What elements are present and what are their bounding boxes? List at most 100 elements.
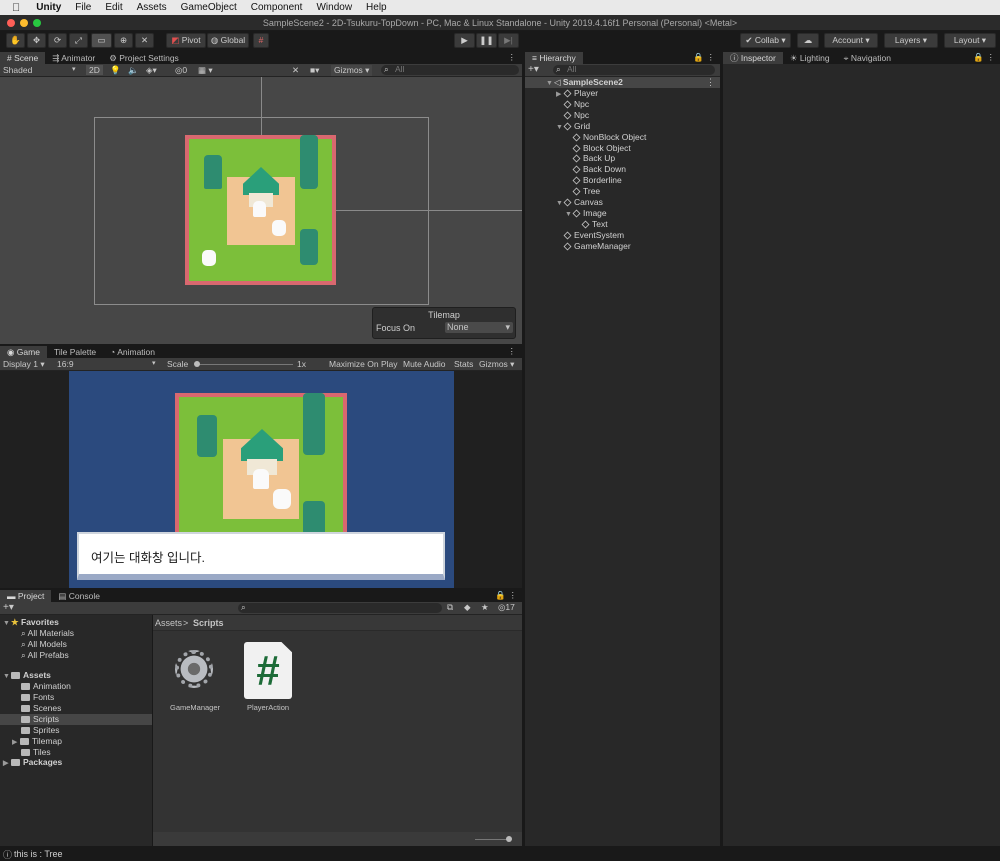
global-toggle[interactable]: ◍ Global	[207, 33, 249, 48]
hidden-objects-toggle[interactable]: ◎0	[175, 65, 187, 76]
hierarchy-lock-icon[interactable]: 🔒	[693, 52, 704, 63]
hierarchy-item[interactable]: GameManager	[556, 241, 631, 252]
hierarchy-item[interactable]: ▼ Image	[565, 208, 607, 219]
folder-animation[interactable]: Animation	[21, 681, 71, 692]
project-lock-icon[interactable]: 🔒	[495, 590, 506, 601]
search-by-type-icon[interactable]: ⧉	[447, 602, 453, 613]
hierarchy-item[interactable]: NonBlock Object	[565, 132, 646, 143]
scene-root-row[interactable]: ▼◁ SampleScene2 ⋮	[525, 77, 720, 88]
close-window-button[interactable]	[7, 19, 15, 27]
search-by-label-icon[interactable]: ◆	[464, 602, 471, 613]
lighting-toggle-icon[interactable]: 💡	[110, 65, 121, 76]
breadcrumb-assets[interactable]: Assets	[155, 618, 182, 628]
game-view[interactable]: 여기는 대화창 입니다.	[0, 371, 522, 588]
asset-gamemanager[interactable]: GameManager	[165, 645, 225, 715]
scale-tool-button[interactable]: ⤢	[69, 33, 88, 48]
scene-menu-icon[interactable]: ⋮	[706, 77, 715, 88]
menu-assets[interactable]: Assets	[137, 2, 167, 13]
move-tool-button[interactable]: ✥	[27, 33, 46, 48]
aspect-dropdown[interactable]: 16:9	[57, 359, 74, 369]
menu-help[interactable]: Help	[366, 2, 387, 13]
effects-dropdown-icon[interactable]: ◈▾	[146, 65, 157, 76]
layers-dropdown[interactable]: Layers ▾	[884, 33, 938, 48]
scene-view[interactable]: Tilemap Focus On None ▾	[0, 77, 522, 344]
cloud-button[interactable]: ☁	[797, 33, 819, 48]
folder-scenes[interactable]: Scenes	[21, 703, 61, 714]
icon-size-slider-thumb[interactable]	[506, 836, 512, 842]
hierarchy-menu-icon[interactable]: ⋮	[707, 52, 716, 63]
tools-visibility-icon[interactable]: ✕	[292, 65, 299, 76]
scene-gizmos-dropdown[interactable]: Gizmos ▾	[331, 65, 373, 76]
menu-file[interactable]: File	[75, 2, 91, 13]
folder-fonts[interactable]: Fonts	[21, 692, 54, 703]
pause-button[interactable]: ❚❚	[476, 33, 497, 48]
scene-search-input[interactable]: ⌕ All	[381, 64, 519, 75]
focus-on-dropdown[interactable]: None ▾	[445, 322, 513, 333]
rotate-tool-button[interactable]: ⟳	[48, 33, 67, 48]
hierarchy-item[interactable]: Borderline	[565, 175, 622, 186]
account-dropdown[interactable]: Account ▾	[824, 33, 878, 48]
fav-all-materials[interactable]: ⌕ All Materials	[21, 628, 74, 639]
rect-tool-button[interactable]: ▭	[91, 33, 112, 48]
display-dropdown[interactable]: Display 1 ▾	[3, 359, 45, 370]
hand-tool-button[interactable]: ✋	[6, 33, 25, 48]
scene-panel-menu-icon[interactable]: ⋮	[508, 52, 517, 63]
mute-audio-toggle[interactable]: Mute Audio	[403, 359, 446, 369]
collab-dropdown[interactable]: ✔ Collab ▾	[740, 33, 791, 48]
inspector-menu-icon[interactable]: ⋮	[987, 52, 996, 63]
hierarchy-item[interactable]: Npc	[556, 110, 589, 121]
fav-all-prefabs[interactable]: ⌕ All Prefabs	[21, 650, 69, 661]
project-create-button[interactable]: +▾	[3, 602, 14, 613]
hierarchy-item[interactable]: Block Object	[565, 143, 631, 154]
step-button[interactable]: ▶|	[498, 33, 519, 48]
hierarchy-item[interactable]: ▶ Player	[556, 88, 598, 99]
layout-dropdown[interactable]: Layout ▾	[944, 33, 996, 48]
hierarchy-item[interactable]: ▼ Grid	[556, 121, 590, 132]
folder-scripts[interactable]: Scripts	[21, 714, 59, 725]
hidden-packages-toggle[interactable]: ◎17	[498, 602, 515, 613]
folder-tilemap[interactable]: ▶ Tilemap	[12, 736, 62, 747]
hierarchy-item[interactable]: Npc	[556, 99, 589, 110]
camera-dropdown[interactable]: ■▾	[310, 65, 319, 76]
audio-toggle-icon[interactable]: 🔈	[128, 65, 139, 76]
hierarchy-search-input[interactable]: ⌕ All	[553, 64, 715, 75]
minimize-window-button[interactable]	[20, 19, 28, 27]
fav-all-models[interactable]: ⌕ All Models	[21, 639, 67, 650]
hierarchy-item[interactable]: Tree	[565, 186, 600, 197]
project-menu-icon[interactable]: ⋮	[509, 590, 518, 601]
shading-mode-dropdown[interactable]: Shaded	[3, 65, 32, 75]
favorites-node[interactable]: ▼★ Favorites	[3, 617, 59, 628]
create-add-button[interactable]: +▾	[528, 64, 539, 75]
grid-visibility-dropdown[interactable]: ▦ ▾	[198, 65, 213, 76]
game-panel-menu-icon[interactable]: ⋮	[508, 346, 517, 357]
favorites-star-icon[interactable]: ★	[481, 602, 489, 613]
pivot-toggle[interactable]: ◩ Pivot	[166, 33, 206, 48]
packages-node[interactable]: ▶ Packages	[3, 757, 62, 768]
play-button[interactable]: ▶	[454, 33, 475, 48]
menu-component[interactable]: Component	[251, 2, 303, 13]
assets-node[interactable]: ▼ Assets	[3, 670, 51, 681]
app-menu[interactable]: Unity	[36, 2, 61, 13]
transform-tool-button[interactable]: ⊕	[114, 33, 133, 48]
zoom-window-button[interactable]	[33, 19, 41, 27]
hierarchy-item[interactable]: Back Down	[565, 164, 626, 175]
apple-icon[interactable]: 	[12, 2, 20, 14]
menu-gameobject[interactable]: GameObject	[181, 2, 237, 13]
expand-arrow-icon[interactable]: ▼	[556, 122, 564, 133]
snap-grid-button[interactable]: #	[253, 33, 269, 48]
game-gizmos-dropdown[interactable]: Gizmos ▾	[479, 359, 514, 370]
expand-arrow-icon[interactable]: ▼	[565, 209, 573, 220]
inspector-lock-icon[interactable]: 🔒	[973, 52, 984, 63]
hierarchy-item[interactable]: ▼ Canvas	[556, 197, 603, 208]
hierarchy-item[interactable]: Text	[574, 219, 608, 230]
project-search-input[interactable]: ⌕	[238, 602, 442, 613]
stats-toggle[interactable]: Stats	[454, 359, 473, 369]
expand-arrow-icon[interactable]: ▼	[556, 198, 564, 209]
2d-mode-toggle[interactable]: 2D	[86, 65, 103, 75]
status-message[interactable]: this is : Tree	[14, 849, 63, 859]
hierarchy-item[interactable]: Back Up	[565, 153, 615, 164]
menu-window[interactable]: Window	[316, 2, 352, 13]
scale-slider-thumb[interactable]	[194, 361, 200, 367]
hierarchy-item[interactable]: EventSystem	[556, 230, 624, 241]
maximize-on-play-toggle[interactable]: Maximize On Play	[329, 359, 398, 369]
